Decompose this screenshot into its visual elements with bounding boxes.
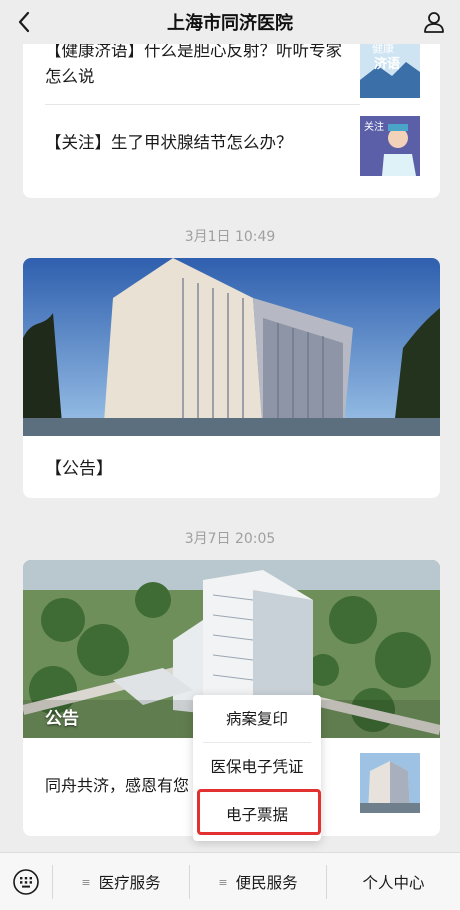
- back-icon[interactable]: [10, 8, 38, 36]
- timestamp: 3月7日 20:05: [184, 531, 276, 547]
- highlight-box: [197, 789, 321, 835]
- news-item[interactable]: 【健康济语】什么是胆心反射？听听专家怎么说 健康 济语: [45, 38, 420, 106]
- announcement-card[interactable]: 【公告】: [23, 258, 440, 498]
- timestamp: 3月1日 10:49: [184, 229, 276, 245]
- news-title: 【健康济语】什么是胆心反射？听听专家怎么说: [45, 41, 342, 86]
- news-thumbnail: [360, 753, 420, 813]
- tab-label: 医疗服务: [98, 874, 161, 892]
- announcement-caption: 【公告】: [45, 459, 113, 479]
- news-title: 【关注】生了甲状腺结节怎么办？: [45, 133, 293, 152]
- top-bar: 上海市同济医院: [0, 0, 460, 44]
- tab-convenience-services[interactable]: ≡ 便民服务: [190, 853, 326, 910]
- news-thumbnail: 关注: [360, 116, 420, 176]
- thumb-text-bottom: 济语: [374, 56, 400, 72]
- tab-medical-services[interactable]: ≡ 医疗服务: [53, 853, 189, 910]
- news-thumbnail: 健康 济语: [360, 38, 420, 98]
- divider: [45, 104, 360, 105]
- tab-label: 个人中心: [362, 874, 425, 892]
- news-item[interactable]: 【关注】生了甲状腺结节怎么办？ 关注: [45, 116, 420, 184]
- profile-icon[interactable]: [420, 8, 448, 36]
- thumb-text: 关注: [364, 120, 384, 133]
- tab-personal-center[interactable]: 个人中心: [327, 853, 460, 910]
- tab-label: 便民服务: [235, 874, 298, 892]
- menu-item-medical-insurance-voucher[interactable]: 医保电子凭证: [193, 743, 321, 789]
- bottom-nav: ≡ 医疗服务 ≡ 便民服务 个人中心: [0, 852, 460, 910]
- keyboard-icon[interactable]: [10, 866, 42, 898]
- hospital-building-image: [23, 258, 440, 436]
- announcement-body: 同舟共济，感恩有您: [45, 776, 190, 795]
- menu-lines-icon: ≡: [218, 875, 228, 889]
- page-title: 上海市同济医院: [167, 13, 293, 34]
- menu-item-medical-record-copy[interactable]: 病案复印: [193, 695, 321, 741]
- menu-lines-icon: ≡: [81, 875, 91, 889]
- news-card: 【健康济语】什么是胆心反射？听听专家怎么说 健康 济语 【关注】生了甲状腺结节怎…: [23, 30, 440, 198]
- overlay-label: 公告: [45, 709, 79, 729]
- service-popup-menu: 病案复印 医保电子凭证 电子票据: [193, 695, 321, 841]
